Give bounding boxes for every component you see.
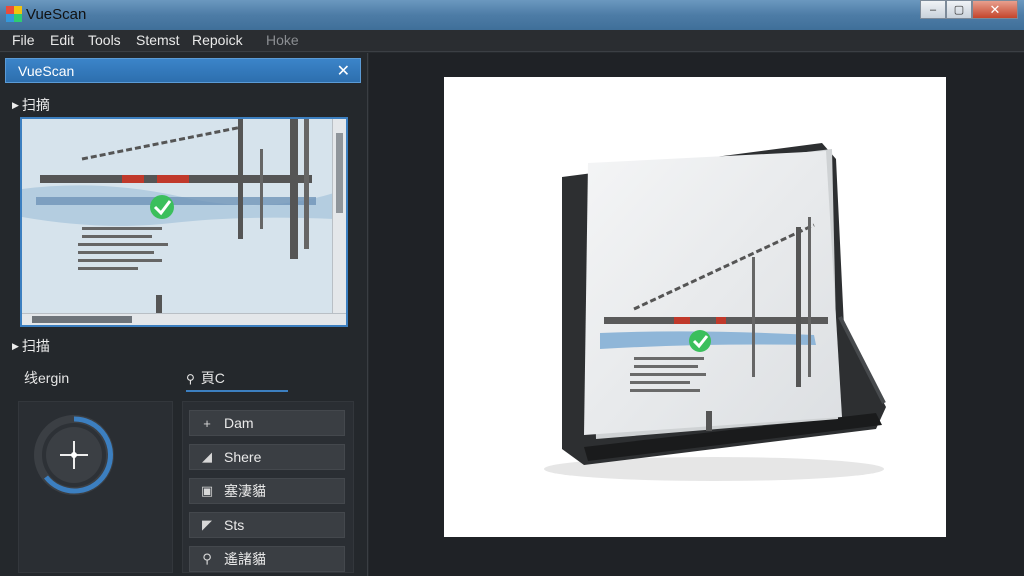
preview-vertical-scrollbar[interactable] xyxy=(332,119,346,315)
preview-horizontal-scrollbar[interactable] xyxy=(22,313,346,325)
main-preview-area xyxy=(369,53,1024,576)
action-label: 塞淒貓 xyxy=(224,483,266,499)
scanner-illustration xyxy=(544,143,886,481)
search-icon: ⚲ xyxy=(202,551,212,566)
minimize-button[interactable]: – xyxy=(920,0,946,19)
maximize-button[interactable]: ▢ xyxy=(946,0,972,19)
control-area: 线ergin ⚲ 頁C + Dam ◢ Shere ▣ 塞淒貓 ◤ Sts ⚲ … xyxy=(18,370,354,575)
left-panel: VueScan ✕ ▶ 扫摘 ▶ 扫描 线ergin ⚲ 頁C + Dam ◢ … xyxy=(0,53,368,576)
plus-icon: + xyxy=(203,415,211,431)
action-label: Dam xyxy=(224,415,254,431)
expand-triangle-icon: ▶ xyxy=(12,341,19,351)
title-bar[interactable]: VueScan – ▢ ✕ xyxy=(0,0,1024,30)
menu-hoke[interactable]: Hoke xyxy=(266,32,299,48)
app-icon xyxy=(6,6,22,22)
actions-box: + Dam ◢ Shere ▣ 塞淒貓 ◤ Sts ⚲ 遙諸貓 xyxy=(182,401,354,573)
dial-label: 线ergin xyxy=(24,370,70,386)
panel-header: VueScan ✕ xyxy=(5,58,361,83)
window-controls: – ▢ ✕ xyxy=(920,0,1018,20)
section-label-2: 扫描 xyxy=(21,338,50,354)
close-button[interactable]: ✕ xyxy=(972,0,1018,19)
tab-icon: ⚲ xyxy=(186,372,195,386)
menu-edit[interactable]: Edit xyxy=(50,32,74,48)
vuescan-window: VueScan – ▢ ✕ File Edit Tools Stemst Rep… xyxy=(0,0,1024,576)
section-scan[interactable]: ▶ 扫描 xyxy=(12,336,50,356)
tab-actions[interactable]: ⚲ 頁C xyxy=(186,368,288,392)
vertical-scroll-thumb[interactable] xyxy=(336,133,343,213)
menu-repoick[interactable]: Repoick xyxy=(192,32,243,48)
action-button-share[interactable]: ◢ Shere xyxy=(189,444,345,470)
action-label: 遙諸貓 xyxy=(224,551,266,567)
scan-canvas[interactable] xyxy=(444,77,946,537)
panel-close-icon[interactable]: ✕ xyxy=(337,61,350,81)
scan-preview[interactable] xyxy=(20,117,348,327)
menu-tools[interactable]: Tools xyxy=(88,32,121,48)
panel-title: VueScan xyxy=(18,63,75,79)
section-scan-preview[interactable]: ▶ 扫摘 xyxy=(12,95,50,115)
menu-stemst[interactable]: Stemst xyxy=(136,32,180,48)
action-label: Sts xyxy=(224,517,245,533)
window-title: VueScan xyxy=(26,6,87,23)
menu-bar: File Edit Tools Stemst Repoick Hoke xyxy=(0,30,1024,52)
crosshair-dial-icon[interactable] xyxy=(29,410,119,500)
section-label-1: 扫摘 xyxy=(21,97,50,113)
tab-label-text: 頁C xyxy=(200,370,225,386)
action-label: Shere xyxy=(224,449,262,465)
document-icon: ▣ xyxy=(200,483,214,498)
dial-box xyxy=(18,401,173,573)
preview-image xyxy=(22,119,334,315)
menu-file[interactable]: File xyxy=(12,32,35,48)
horizontal-scroll-thumb[interactable] xyxy=(32,316,132,323)
action-button-document[interactable]: ▣ 塞淒貓 xyxy=(189,478,345,504)
triangle-icon: ◤ xyxy=(202,517,212,532)
expand-triangle-icon: ▶ xyxy=(12,100,19,110)
action-button-search[interactable]: ⚲ 遙諸貓 xyxy=(189,546,345,572)
action-button-sts[interactable]: ◤ Sts xyxy=(189,512,345,538)
share-icon: ◢ xyxy=(202,449,212,464)
action-button-dam[interactable]: + Dam xyxy=(189,410,345,436)
